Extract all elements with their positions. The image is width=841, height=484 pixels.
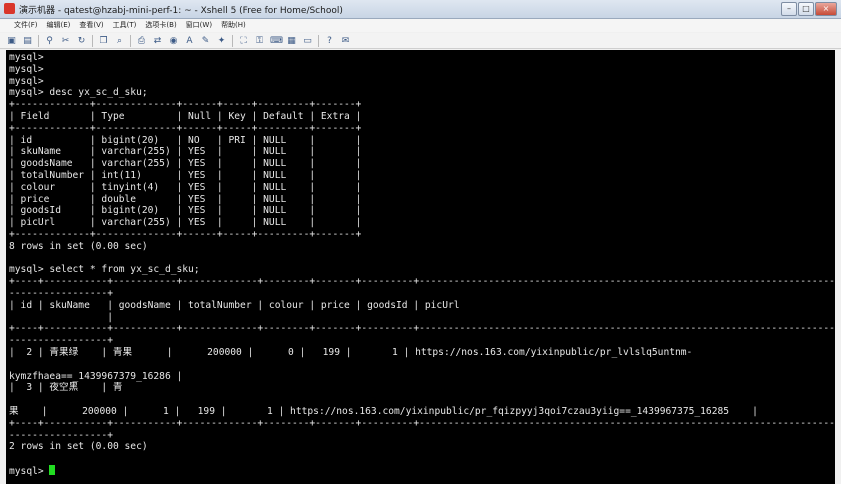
terminal-line: kymzfhaea==_1439967379_16286 | (9, 370, 183, 382)
disconnect-icon[interactable]: ✂ (60, 34, 71, 48)
terminal-line: mysql> desc yx_sc_d_sku; (9, 87, 148, 99)
toolbar-separator (38, 34, 39, 47)
globe-icon[interactable]: ◉ (168, 34, 179, 48)
terminal-line: | totalNumber | int(11) | YES | | NULL |… (9, 169, 362, 181)
transparency-icon[interactable]: ▭ (302, 34, 313, 48)
terminal-line: -----------------+ (9, 287, 113, 299)
terminal-line: 8 rows in set (0.00 sec) (9, 240, 148, 252)
terminal-line: | skuName | varchar(255) | YES | | NULL … (9, 146, 362, 158)
compose-icon[interactable]: ✎ (200, 34, 211, 48)
menu-help[interactable]: 帮助(H) (221, 19, 246, 32)
new-session-icon[interactable]: ▣ (6, 34, 17, 48)
terminal-line: +----+-----------+-----------+----------… (9, 323, 835, 335)
menu-file[interactable]: 文件(F) (14, 19, 38, 32)
terminal-output: mysql> mysql> mysql> mysql> desc yx_sc_d_sk… (9, 52, 835, 477)
transfer-icon[interactable]: ⇄ (152, 34, 163, 48)
terminal-line: +----+-----------+-----------+----------… (9, 417, 835, 429)
terminal-line: | goodsId | bigint(20) | YES | | NULL | … (9, 205, 362, 217)
terminal-line: | goodsName | varchar(255) | YES | | NUL… (9, 158, 362, 170)
script-icon[interactable]: ✦ (216, 34, 227, 48)
window-title: 演示机器 - qatest@hzabj-mini-perf-1: ~ - Xsh… (19, 6, 343, 16)
terminal-line: -----------------+ (9, 335, 113, 347)
connect-icon[interactable]: ⚲ (44, 34, 55, 48)
menu-window[interactable]: 窗口(W) (186, 19, 212, 32)
help-icon[interactable]: ? (324, 34, 335, 48)
terminal-line: | Field | Type | Null | Key | Default | … (9, 110, 362, 122)
terminal-line: +----+-----------+-----------+----------… (9, 276, 835, 288)
window-controls: – □ × (781, 2, 837, 16)
font-icon[interactable]: A (184, 34, 195, 48)
toolbar-separator (232, 34, 233, 47)
title-bar: 演示机器 - qatest@hzabj-mini-perf-1: ~ - Xsh… (0, 0, 841, 19)
menu-edit[interactable]: 编辑(E) (47, 19, 71, 32)
close-button[interactable]: × (815, 2, 837, 16)
terminal-line: +-------------+--------------+------+---… (9, 228, 362, 240)
lock-icon[interactable]: ⚿ (254, 34, 265, 48)
print-icon[interactable]: ⎙ (136, 34, 147, 48)
terminal-line: -----------------+ (9, 429, 113, 441)
terminal-line: mysql> (9, 464, 835, 477)
terminal-line: +-------------+--------------+------+---… (9, 99, 362, 111)
menu-view[interactable]: 查看(V) (79, 19, 103, 32)
terminal-line: 果 | 200000 | 1 | 199 | 1 | https://nos.1… (9, 405, 758, 417)
terminal-line: mysql> (9, 75, 44, 87)
minimize-button[interactable]: – (781, 2, 797, 16)
menu-tabs[interactable]: 选项卡(B) (145, 19, 176, 32)
terminal-line: | 2 | 青果绿 | 青果 | 200000 | 0 | 199 | 1 | … (9, 346, 693, 358)
terminal-line: | id | bigint(20) | NO | PRI | NULL | | (9, 134, 362, 146)
terminal-line: | (9, 311, 113, 323)
menu-tools[interactable]: 工具(T) (113, 19, 137, 32)
toolbar-separator (318, 34, 319, 47)
fullscreen-icon[interactable]: ⛶ (238, 34, 249, 48)
copy-icon[interactable]: ❐ (98, 34, 109, 48)
layout-icon[interactable]: ▦ (286, 34, 297, 48)
keyboard-icon[interactable]: ⌨ (270, 34, 283, 48)
terminal-line: 2 rows in set (0.00 sec) (9, 441, 148, 453)
xshell-app-icon (4, 3, 15, 14)
terminal-line: | id | skuName | goodsName | totalNumber… (9, 299, 460, 311)
find-icon[interactable]: ⌕ (114, 34, 125, 48)
terminal-line: mysql> select * from yx_sc_d_sku; (9, 264, 200, 276)
toolbar-separator (130, 34, 131, 47)
chat-icon[interactable]: ✉ (340, 34, 351, 48)
toolbar: ▣ ▤ ⚲ ✂ ↻ ❐ ⌕ ⎙ ⇄ ◉ A ✎ ✦ ⛶ ⚿ ⌨ ▦ ▭? ✉ (0, 33, 841, 49)
terminal-pane[interactable]: mysql> mysql> mysql> mysql> desc yx_sc_d_sk… (6, 50, 835, 484)
terminal-line: | price | double | YES | | NULL | | (9, 193, 362, 205)
terminal-line: +-------------+--------------+------+---… (9, 122, 362, 134)
open-folder-icon[interactable]: ▤ (22, 34, 33, 48)
menu-bar: 文件(F) 编辑(E) 查看(V) 工具(T) 选项卡(B) 窗口(W) 帮助(… (0, 19, 841, 32)
xshell-window: 演示机器 - qatest@hzabj-mini-perf-1: ~ - Xsh… (0, 0, 841, 484)
maximize-button[interactable]: □ (798, 2, 814, 16)
terminal-line: | 3 | 夜空黑 | 青 (9, 382, 123, 394)
terminal-line: | colour | tinyint(4) | YES | | NULL | | (9, 181, 362, 193)
terminal-line: mysql> (9, 52, 44, 63)
toolbar-separator (92, 34, 93, 47)
terminal-cursor (49, 464, 56, 475)
terminal-line: mysql> (9, 63, 44, 75)
terminal-line: | picUrl | varchar(255) | YES | | NULL |… (9, 217, 362, 229)
reconnect-icon[interactable]: ↻ (76, 34, 87, 48)
